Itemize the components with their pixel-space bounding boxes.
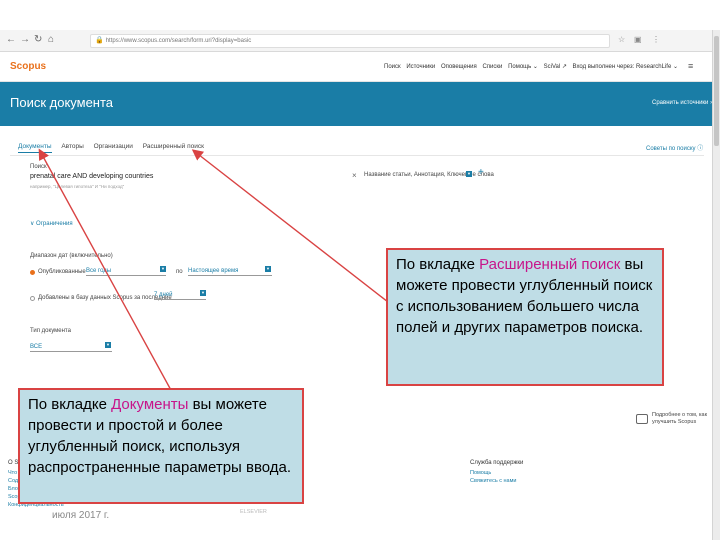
search-tips-link[interactable]: Советы по поиску ⓘ [646, 143, 703, 152]
field-select[interactable]: Название статьи, Аннотация, Ключевые сло… [364, 172, 494, 178]
nav-sources[interactable]: Источники [406, 64, 435, 70]
callout-advanced-highlight: Расширенный поиск [479, 256, 621, 273]
address-text: https://www.scopus.com/search/form.uri?d… [105, 38, 252, 44]
nav-account[interactable]: Вход выполнен через: ResearchLife ⌄ [573, 64, 678, 70]
footer-elsevier[interactable]: ELSEVIER [240, 508, 267, 516]
scopus-logo[interactable]: Scopus [10, 61, 46, 72]
footer-help-link[interactable]: Помощь [470, 469, 523, 477]
date-range-label: Диапазон дат (включительно) [30, 253, 113, 259]
nav-search[interactable]: Поиск [384, 64, 401, 70]
slide: ← → ↻ ⌂ 🔒 https://www.scopus.com/search/f… [0, 0, 720, 540]
search-hint: например, "Целевая гипотеза" И "Ни подхо… [30, 184, 125, 189]
published-label: Опубликованные [38, 269, 86, 275]
tab-documents[interactable]: Документы [18, 143, 52, 153]
menu-icon[interactable]: ⋮ [652, 35, 660, 45]
forward-icon[interactable]: → [20, 34, 30, 46]
footer-contact-link[interactable]: Свяжитесь с нами [470, 477, 523, 485]
callout-advanced-pre: По вкладке [396, 256, 480, 273]
footer-support-head: Служба поддержки [470, 460, 524, 466]
limits-toggle[interactable]: ∨ Ограничения [30, 220, 73, 227]
tabs-divider [10, 155, 704, 156]
added-label: Добавлены в базу данных Scopus за послед… [38, 295, 172, 301]
from-year-value: Все годы [86, 268, 112, 274]
feedback-icon[interactable] [636, 414, 648, 424]
reload-icon[interactable]: ↻ [34, 34, 42, 46]
browser-toolbar: ← → ↻ ⌂ 🔒 https://www.scopus.com/search/f… [0, 30, 712, 52]
callout-advanced-search: По вкладке Расширенный поиск вы можете п… [386, 248, 664, 386]
slide-date: июля 2017 г. [52, 510, 110, 521]
home-icon[interactable]: ⌂ [48, 34, 54, 46]
to-separator: по [176, 269, 183, 275]
doc-type-label: Тип документа [30, 328, 71, 334]
title-bar: Поиск документа Сравнить источники › [0, 82, 712, 126]
to-year-select[interactable]: Настоящее время [188, 266, 272, 276]
top-nav: Поиск Источники Оповещения Списки Помощь… [384, 63, 682, 70]
doc-type-value: ВСЕ [30, 344, 43, 350]
search-label: Поиск [30, 164, 47, 170]
chevron-down-icon[interactable]: ▼ [265, 266, 271, 272]
search-tabs: Документы Авторы Организации Расширенный… [18, 143, 212, 153]
footer-col-support: Служба поддержки Помощь Свяжитесь с нами [470, 459, 523, 485]
footer-col-elsevier: ELSEVIER [240, 508, 267, 516]
address-bar[interactable]: 🔒 https://www.scopus.com/search/form.uri?… [90, 34, 610, 48]
scopus-header: Scopus Поиск Источники Оповещения Списки… [0, 52, 712, 82]
page-title: Поиск документа [10, 95, 114, 110]
chevron-down-icon[interactable]: ▼ [160, 266, 166, 272]
extensions-icon[interactable]: ▣ [634, 35, 642, 45]
tab-affiliations[interactable]: Организации [94, 143, 133, 152]
callout-documents-highlight: Документы [111, 396, 189, 413]
hamburger-icon[interactable]: ≡ [688, 61, 693, 71]
tab-advanced[interactable]: Расширенный поиск [143, 143, 204, 152]
lock-icon: 🔒 [95, 37, 104, 44]
compare-sources-link[interactable]: Сравнить источники › [652, 100, 712, 106]
callout-documents: По вкладке Документы вы можете провести … [18, 388, 304, 504]
add-field-button[interactable]: + [478, 167, 484, 178]
nav-alerts[interactable]: Оповещения [441, 64, 477, 70]
chevron-down-icon[interactable]: ▼ [200, 290, 206, 296]
clear-icon[interactable]: × [352, 171, 357, 180]
to-year-value: Настоящее время [188, 268, 239, 274]
scrollbar-thumb[interactable] [714, 36, 719, 146]
callout-documents-pre: По вкладке [28, 396, 112, 413]
feedback-link[interactable]: Подробнее о том, как улучшить Scopus [652, 412, 712, 426]
nav-scival[interactable]: SciVal ↗ [544, 64, 567, 70]
added-days-value: 7 дней [154, 292, 173, 298]
nav-lists[interactable]: Списки [482, 64, 502, 70]
search-input[interactable]: prenatal care AND developing countries [30, 173, 153, 180]
back-icon[interactable]: ← [6, 34, 16, 46]
added-days-select[interactable]: 7 дней [154, 290, 206, 300]
added-radio[interactable] [30, 296, 35, 301]
from-year-select[interactable]: Все годы [86, 266, 166, 276]
arrow-to-advanced [191, 149, 389, 303]
published-radio[interactable] [30, 270, 35, 275]
doc-type-select[interactable]: ВСЕ [30, 342, 112, 352]
tab-authors[interactable]: Авторы [61, 143, 83, 152]
star-icon[interactable]: ☆ [618, 35, 625, 45]
scrollbar[interactable] [712, 30, 720, 540]
chevron-down-icon[interactable]: ▼ [466, 171, 472, 177]
chevron-down-icon[interactable]: ▼ [105, 342, 111, 348]
nav-help[interactable]: Помощь ⌄ [508, 64, 538, 70]
